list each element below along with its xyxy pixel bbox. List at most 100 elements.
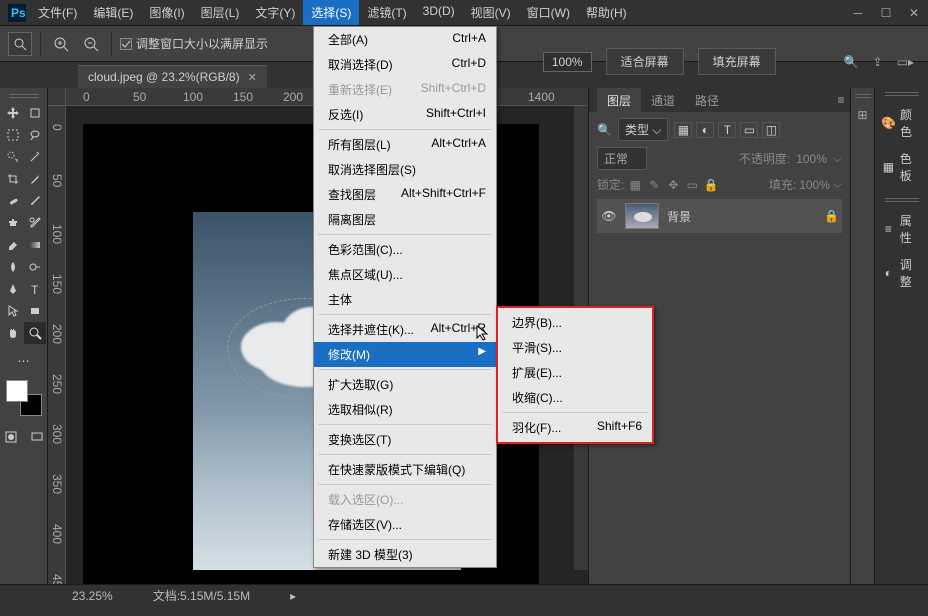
layer-locked-icon[interactable]: 🔒 xyxy=(824,209,838,223)
filter-shape-icon[interactable]: ▭ xyxy=(740,122,758,138)
menu-0[interactable]: 文件(F) xyxy=(30,0,85,25)
lasso-tool-icon[interactable] xyxy=(24,124,46,146)
dock-grip[interactable] xyxy=(885,92,919,96)
status-arrow-icon[interactable]: ▸ xyxy=(290,589,296,603)
strip-grip[interactable] xyxy=(855,94,871,98)
menu-9[interactable]: 窗口(W) xyxy=(519,0,578,25)
type-tool-icon[interactable]: T xyxy=(24,278,46,300)
menu-item[interactable]: 查找图层Alt+Shift+Ctrl+F xyxy=(314,182,496,207)
search-icon[interactable]: 🔍 xyxy=(844,55,859,69)
gradient-tool-icon[interactable] xyxy=(24,234,46,256)
hand-tool-icon[interactable] xyxy=(2,322,24,344)
zoom-tool-icon[interactable] xyxy=(24,322,46,344)
tool-preset-icon[interactable] xyxy=(8,32,32,56)
share-icon[interactable]: ⇪ xyxy=(873,55,883,69)
resize-window-checkbox[interactable]: 调整窗口大小以满屏显示 xyxy=(120,35,268,52)
menu-7[interactable]: 3D(D) xyxy=(415,0,463,25)
blend-mode-select[interactable]: 正常 xyxy=(597,147,647,170)
menu-item[interactable]: 选择并遮住(K)...Alt+Ctrl+R xyxy=(314,317,496,342)
crop-tool-icon[interactable] xyxy=(2,168,24,190)
panel-tab-1[interactable]: 通道 xyxy=(641,88,685,113)
history-brush-tool-icon[interactable] xyxy=(24,212,46,234)
menu-item[interactable]: 存储选区(V)... xyxy=(314,512,496,537)
workspace-switcher-icon[interactable]: ▭▸ xyxy=(897,55,914,69)
menu-6[interactable]: 滤镜(T) xyxy=(359,0,414,25)
panel-menu-icon[interactable]: ≡ xyxy=(832,93,850,107)
menu-8[interactable]: 视图(V) xyxy=(463,0,519,25)
eyedropper-tool-icon[interactable] xyxy=(24,168,46,190)
status-zoom[interactable]: 23.25% xyxy=(72,589,113,603)
fill-screen-button[interactable]: 填充屏幕 xyxy=(698,48,776,75)
clone-stamp-tool-icon[interactable] xyxy=(2,212,24,234)
submenu-item[interactable]: 扩展(E)... xyxy=(498,360,652,385)
lock-paint-icon[interactable]: ✎ xyxy=(646,178,662,192)
submenu-item[interactable]: 平滑(S)... xyxy=(498,335,652,360)
layer-row[interactable]: 👁 背景 🔒 xyxy=(597,199,842,233)
minimize-button[interactable]: ─ xyxy=(844,3,872,23)
lock-pos-icon[interactable]: ✥ xyxy=(665,178,681,192)
zoom-in-icon[interactable] xyxy=(49,32,73,56)
dock-adjustments[interactable]: ◐调整 xyxy=(875,252,928,294)
menu-item[interactable]: 色彩范围(C)... xyxy=(314,237,496,262)
panel-tab-0[interactable]: 图层 xyxy=(597,88,641,113)
layer-name[interactable]: 背景 xyxy=(667,208,816,225)
menu-item[interactable]: 全部(A)Ctrl+A xyxy=(314,27,496,52)
screen-mode-icon[interactable] xyxy=(26,426,48,448)
quick-select-tool-icon[interactable] xyxy=(2,146,24,168)
status-docinfo[interactable]: 文档:5.15M/5.15M xyxy=(153,587,250,604)
close-tab-icon[interactable]: ✕ xyxy=(248,71,257,84)
quick-mask-icon[interactable] xyxy=(0,426,22,448)
panel-tab-2[interactable]: 路径 xyxy=(685,88,729,113)
dock-swatches[interactable]: ▦色板 xyxy=(875,146,928,188)
layer-filter-type[interactable]: 类型 ⌵ xyxy=(618,118,668,141)
ruler-origin[interactable] xyxy=(48,88,66,106)
menu-item[interactable]: 取消选择(D)Ctrl+D xyxy=(314,52,496,77)
menu-item[interactable]: 主体 xyxy=(314,287,496,312)
dock-grip-2[interactable] xyxy=(885,198,919,202)
menu-4[interactable]: 文字(Y) xyxy=(247,0,303,25)
zoom-percent[interactable]: 100% xyxy=(543,52,592,72)
menu-item[interactable]: 反选(I)Shift+Ctrl+I xyxy=(314,102,496,127)
submenu-item[interactable]: 收缩(C)... xyxy=(498,385,652,410)
blur-tool-icon[interactable] xyxy=(2,256,24,278)
menu-item[interactable]: 取消选择图层(S) xyxy=(314,157,496,182)
lock-trans-icon[interactable]: ▦ xyxy=(627,178,643,192)
marquee-tool-icon[interactable] xyxy=(2,124,24,146)
fit-screen-button[interactable]: 适合屏幕 xyxy=(606,48,684,75)
menu-item[interactable]: 变换选区(T) xyxy=(314,427,496,452)
move-tool-icon[interactable] xyxy=(2,102,24,124)
submenu-item[interactable]: 羽化(F)...Shift+F6 xyxy=(498,415,652,440)
layer-thumbnail[interactable] xyxy=(625,203,659,229)
spot-heal-tool-icon[interactable] xyxy=(2,190,24,212)
filter-type-icon[interactable]: T xyxy=(718,122,736,138)
menu-item[interactable]: 在快速蒙版模式下编辑(Q) xyxy=(314,457,496,482)
ruler-vertical[interactable]: 050100150200250300350400450 xyxy=(48,106,66,584)
color-swatches[interactable] xyxy=(6,380,42,416)
filter-adjust-icon[interactable]: ◐ xyxy=(696,122,714,138)
magic-wand-tool-icon[interactable] xyxy=(24,146,46,168)
menu-item[interactable]: 隔离图层 xyxy=(314,207,496,232)
fg-color-swatch[interactable] xyxy=(6,380,28,402)
lock-artboard-icon[interactable]: ▭ xyxy=(684,178,700,192)
submenu-item[interactable]: 边界(B)... xyxy=(498,310,652,335)
maximize-button[interactable]: ☐ xyxy=(872,3,900,23)
opacity-value[interactable]: 100% xyxy=(796,152,827,166)
filter-smart-icon[interactable]: ◫ xyxy=(762,122,780,138)
close-button[interactable]: ✕ xyxy=(900,3,928,23)
menu-3[interactable]: 图层(L) xyxy=(193,0,248,25)
menu-item[interactable]: 焦点区域(U)... xyxy=(314,262,496,287)
menu-item[interactable]: 扩大选取(G) xyxy=(314,372,496,397)
menu-10[interactable]: 帮助(H) xyxy=(578,0,635,25)
menu-item[interactable]: 所有图层(L)Alt+Ctrl+A xyxy=(314,132,496,157)
edit-toolbar-icon[interactable]: ⋯ xyxy=(13,350,35,372)
menu-5[interactable]: 选择(S) xyxy=(303,0,359,25)
toolbox-grip[interactable] xyxy=(10,94,38,98)
pen-tool-icon[interactable] xyxy=(2,278,24,300)
menu-item[interactable]: 选取相似(R) xyxy=(314,397,496,422)
menu-1[interactable]: 编辑(E) xyxy=(85,0,141,25)
rectangle-tool-icon[interactable] xyxy=(24,300,46,322)
lock-all-icon[interactable]: 🔒 xyxy=(703,178,719,192)
layer-visibility-icon[interactable]: 👁 xyxy=(601,209,617,223)
dock-properties[interactable]: ≡属性 xyxy=(875,208,928,250)
brush-tool-icon[interactable] xyxy=(24,190,46,212)
